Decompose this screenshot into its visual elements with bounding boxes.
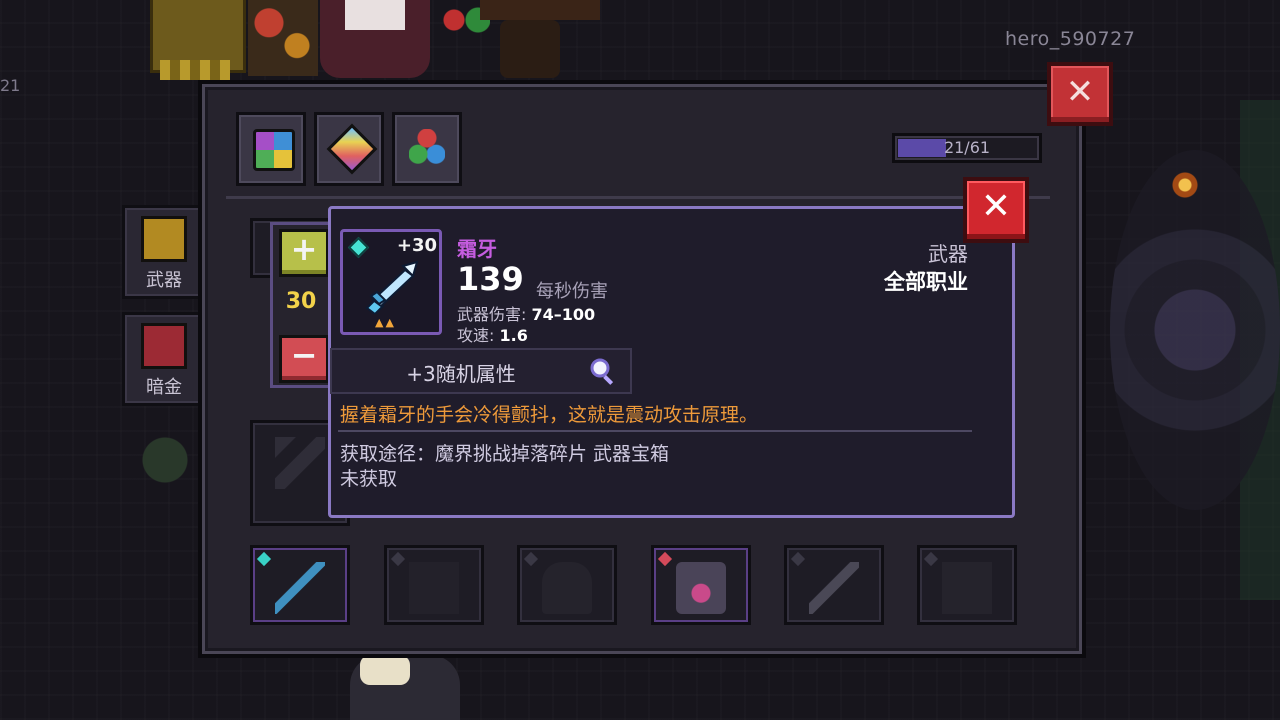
quality-stars-icon: ▲▲ xyxy=(375,316,396,329)
close-icon: ✕ xyxy=(1065,72,1095,112)
fruit-display xyxy=(248,0,318,76)
frost-sword-icon xyxy=(365,260,419,314)
rarity-gem-icon xyxy=(390,551,406,567)
tooltip-divider xyxy=(338,430,972,432)
weapon-tab-icon xyxy=(141,216,187,262)
edge-number: 21 xyxy=(0,76,21,95)
torch-icon xyxy=(1170,165,1200,205)
item-level: +30 xyxy=(396,235,437,256)
inventory-slot[interactable] xyxy=(784,545,884,625)
helmet-icon xyxy=(676,562,726,614)
player-character-head xyxy=(360,655,410,685)
dps-value: 139 xyxy=(457,260,524,298)
gauntlet-icon xyxy=(542,562,592,614)
increase-button[interactable]: + xyxy=(279,229,329,277)
item-icon-frame: +30 ▲▲ xyxy=(340,229,442,335)
speed-value: 1.6 xyxy=(499,326,528,345)
gem-trio-icon xyxy=(409,129,445,165)
dark-gold-tab-icon xyxy=(141,323,187,369)
item-class: 全部职业 xyxy=(884,270,968,294)
flavor-text: 握着霜牙的手会冷得颤抖，这就是震动攻击原理。 xyxy=(340,404,759,426)
minus-icon: − xyxy=(290,336,318,374)
rarity-gem-icon xyxy=(790,551,806,567)
cauldron xyxy=(500,20,560,78)
quantity-value: 30 xyxy=(285,289,317,314)
random-attribute-label: +3随机属性 xyxy=(406,362,516,386)
side-tab-dark-gold[interactable]: 暗金 xyxy=(122,312,206,406)
plus-icon: + xyxy=(290,230,318,268)
category-gems-button[interactable] xyxy=(392,112,462,186)
rarity-gem-icon xyxy=(256,551,272,567)
rarity-gem-icon xyxy=(347,236,370,259)
speed-stat: 攻速: 1.6 xyxy=(457,322,528,346)
side-tab-label: 武器 xyxy=(146,270,182,291)
collection-progress: 21/61 xyxy=(892,133,1042,163)
rarity-gem-icon xyxy=(657,551,673,567)
crystal-icon xyxy=(326,123,378,175)
magnifier-icon[interactable] xyxy=(588,356,618,386)
item-silhouette-icon xyxy=(275,437,325,489)
side-tab-weapon[interactable]: 武器 xyxy=(122,205,206,299)
item-type: 武器 xyxy=(928,242,968,266)
sword-icon xyxy=(809,562,859,614)
crossbow-icon xyxy=(942,562,992,614)
side-tab-label: 暗金 xyxy=(146,377,182,398)
npc-face xyxy=(345,0,405,30)
panel-close-button[interactable]: ✕ xyxy=(1047,62,1113,126)
inventory-slot[interactable] xyxy=(517,545,617,625)
close-icon: ✕ xyxy=(980,186,1012,227)
inventory-slot[interactable] xyxy=(651,545,751,625)
quantity-stepper: + 30 − xyxy=(270,222,336,388)
decrease-button[interactable]: − xyxy=(279,335,329,383)
obtain-status: 未获取 xyxy=(340,468,398,490)
random-attribute-box[interactable]: +3随机属性 xyxy=(330,348,632,394)
bush xyxy=(140,430,190,490)
speed-label: 攻速: xyxy=(457,326,495,345)
player-name: hero_590727 xyxy=(1005,28,1136,50)
item-name: 霜牙 xyxy=(457,237,497,261)
category-all-button[interactable] xyxy=(236,112,306,186)
inventory-slot[interactable] xyxy=(250,545,350,625)
rarity-gem-icon xyxy=(523,551,539,567)
shop-sign xyxy=(480,0,600,20)
panel-divider xyxy=(226,196,1050,199)
inventory-slot[interactable] xyxy=(917,545,1017,625)
inventory-slot[interactable] xyxy=(384,545,484,625)
rifle-icon xyxy=(275,562,325,614)
obtain-source: 获取途径：魔界挑战掉落碎片 武器宝箱 xyxy=(340,443,670,465)
stall-awning xyxy=(160,60,230,80)
dps-label: 每秒伤害 xyxy=(536,281,608,302)
progress-label: 21/61 xyxy=(943,138,991,157)
category-crystal-button[interactable] xyxy=(314,112,384,186)
rarity-gem-icon xyxy=(923,551,939,567)
locked-item-icon xyxy=(409,562,459,614)
damage-value: 74–100 xyxy=(531,305,596,324)
tooltip-close-button[interactable]: ✕ xyxy=(963,177,1029,243)
all-rarity-icon xyxy=(253,129,295,171)
